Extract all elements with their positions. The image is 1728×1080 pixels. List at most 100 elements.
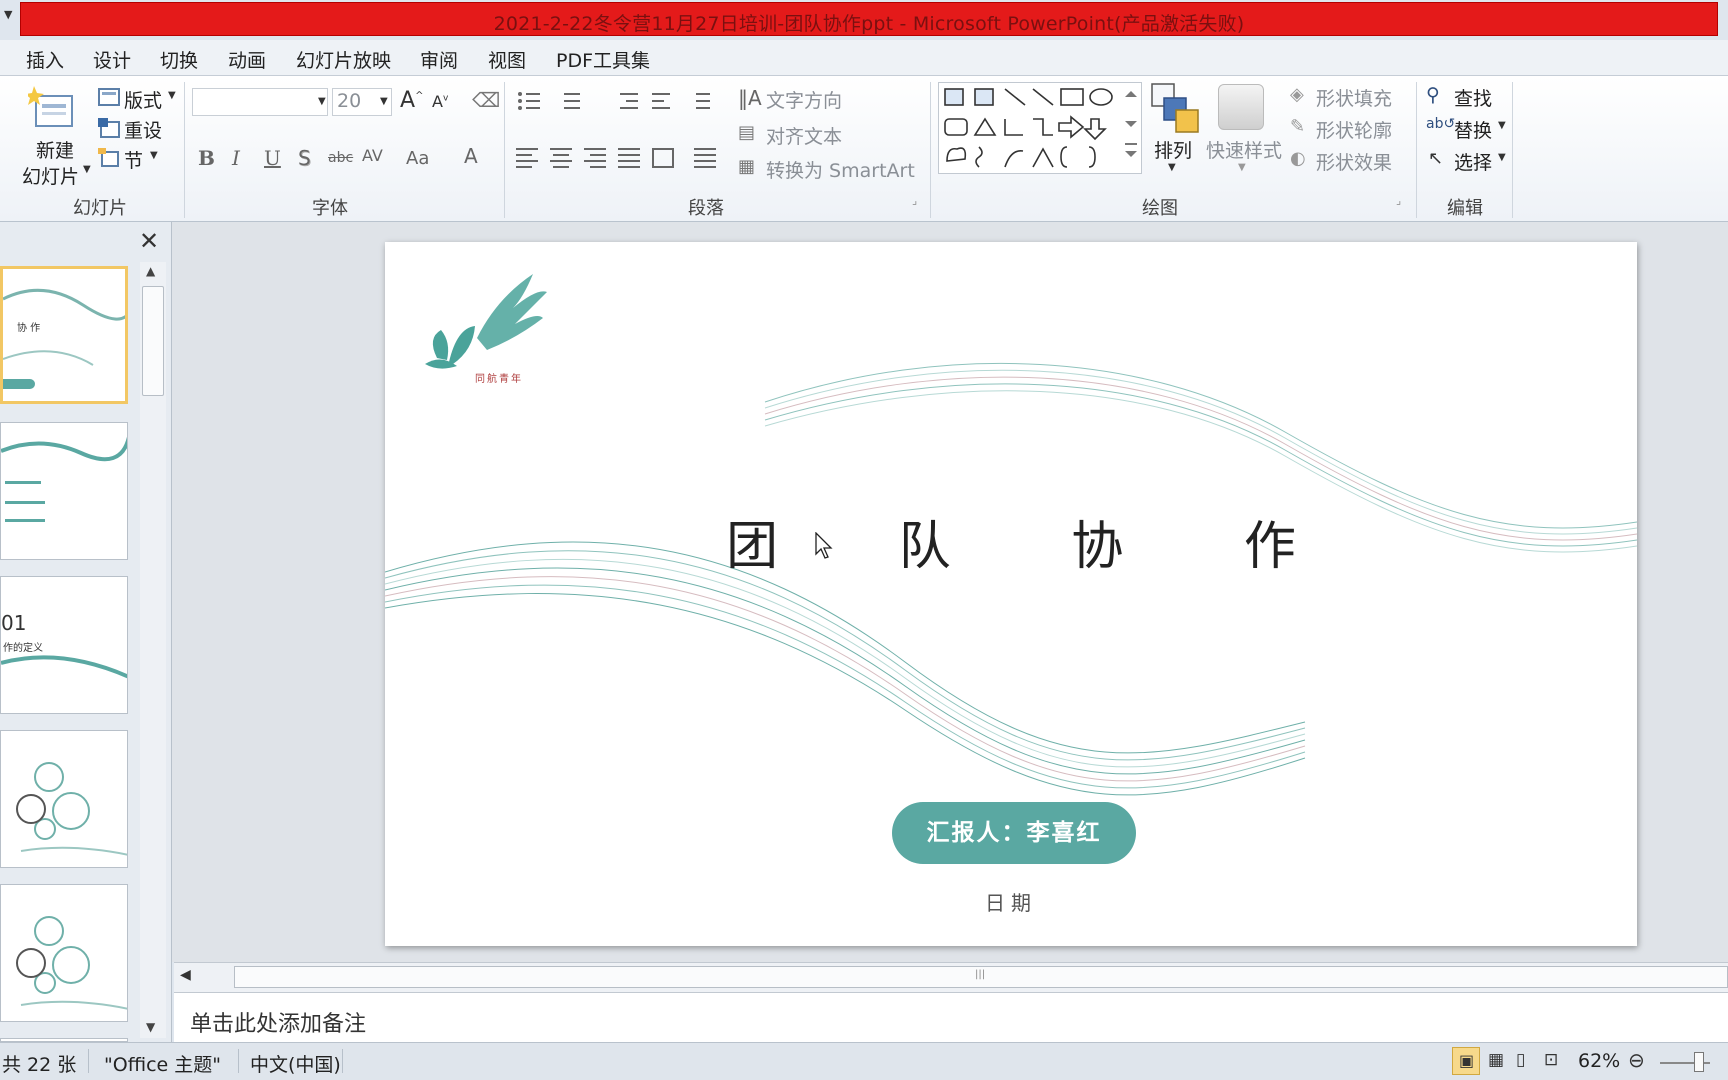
arrange-icon[interactable]	[1150, 82, 1200, 134]
alignment-buttons[interactable]	[516, 146, 726, 168]
status-separator	[238, 1049, 239, 1073]
thumbnail-scroll-thumb[interactable]	[142, 286, 164, 396]
new-slide-icon[interactable]	[28, 84, 78, 134]
convert-smartart-button[interactable]: 转换为 SmartArt	[766, 156, 915, 183]
text-direction-button[interactable]: 文字方向	[766, 86, 842, 113]
notes-pane[interactable]: 单击此处添加备注	[174, 992, 1728, 1042]
replace-dropdown-icon[interactable]: ▼	[1498, 120, 1506, 131]
thumbnail-3-number: 01	[1, 611, 27, 635]
section-dropdown-icon[interactable]: ▼	[150, 150, 158, 161]
section-button[interactable]: 节	[124, 146, 143, 173]
tab-review[interactable]: 审阅	[420, 46, 458, 73]
font-name-combo[interactable]	[192, 88, 328, 116]
layout-button[interactable]: 版式	[124, 86, 162, 113]
tab-view[interactable]: 视图	[488, 46, 526, 73]
reading-view-icon[interactable]: ▯	[1516, 1050, 1525, 1070]
shape-outline-icon[interactable]: ✎	[1290, 116, 1305, 137]
tab-transitions[interactable]: 切换	[160, 46, 198, 73]
align-text-icon[interactable]: ▤	[738, 122, 755, 143]
reset-button[interactable]: 重设	[124, 116, 162, 143]
font-name-dropdown-icon[interactable]: ▼	[318, 96, 326, 107]
thumbnail-scrollbar[interactable]: ▲ ▼	[140, 262, 166, 1038]
slide-thumbnail-4[interactable]	[0, 730, 128, 868]
drawing-dialog-launcher-icon[interactable]: ⌟	[1396, 194, 1401, 207]
normal-view-button[interactable]: ▣	[1452, 1047, 1480, 1075]
grow-font-icon[interactable]: A^	[400, 88, 423, 113]
scroll-up-icon[interactable]: ▲	[146, 264, 155, 278]
slide-thumbnail-3[interactable]: 01 作的定义	[0, 576, 128, 714]
zoom-out-icon[interactable]: ⊖	[1628, 1048, 1645, 1072]
arrange-button[interactable]: 排列	[1154, 136, 1192, 163]
layout-dropdown-icon[interactable]: ▼	[168, 90, 176, 101]
notes-placeholder[interactable]: 单击此处添加备注	[190, 1006, 366, 1038]
group-separator	[504, 82, 505, 218]
select-icon[interactable]: ↖	[1428, 148, 1443, 169]
shape-effects-button[interactable]: 形状效果	[1316, 148, 1392, 175]
character-spacing-icon[interactable]: AV	[362, 146, 383, 165]
bold-icon[interactable]: B	[198, 146, 215, 170]
shrink-font-icon[interactable]: Av	[432, 92, 448, 111]
clear-formatting-icon[interactable]: ⌫	[472, 88, 500, 112]
quick-styles-dropdown-icon[interactable]: ▼	[1238, 162, 1246, 173]
font-size-dropdown-icon[interactable]: ▼	[380, 96, 388, 107]
quick-access-dropdown-icon[interactable]: ▼	[4, 8, 12, 21]
shapes-gallery-icons[interactable]	[939, 83, 1143, 175]
scroll-left-icon[interactable]: ◀	[180, 967, 191, 983]
tab-slideshow[interactable]: 幻灯片放映	[296, 46, 391, 73]
text-direction-icon[interactable]: ‖A	[738, 86, 762, 110]
slide-count: 共 22 张	[2, 1054, 77, 1076]
font-color-icon[interactable]: A	[464, 144, 478, 168]
slide-title[interactable]: 团 队 协 作	[385, 504, 1637, 579]
slide-sorter-icon[interactable]: ▦	[1488, 1050, 1504, 1070]
new-slide-dropdown-icon[interactable]: ▼	[83, 164, 91, 175]
status-bar: 共 22 张 "Office 主题" 中文(中国) ▣ ▦ ▯ ⊡ 62% ⊖	[0, 1042, 1728, 1080]
replace-icon[interactable]: ab↺	[1426, 116, 1455, 132]
shape-outline-button[interactable]: 形状轮廓	[1316, 116, 1392, 143]
slide-thumbnail-1[interactable]: 协 作	[0, 266, 128, 404]
select-button[interactable]: 选择	[1454, 148, 1492, 175]
logo-icon	[425, 274, 547, 369]
new-slide-label[interactable]: 新建	[36, 136, 74, 163]
quick-styles-button[interactable]: 快速样式	[1206, 136, 1282, 163]
group-label-font: 字体	[312, 198, 348, 219]
language-indicator[interactable]: 中文(中国)	[250, 1050, 341, 1077]
paragraph-dialog-launcher-icon[interactable]: ⌟	[912, 194, 917, 207]
select-dropdown-icon[interactable]: ▼	[1498, 152, 1506, 163]
close-panel-icon[interactable]: ✕	[139, 227, 159, 255]
reporter-pill[interactable]: 汇报人：李喜红	[892, 802, 1136, 864]
slide-canvas[interactable]: 同航青年 团 队 协 作 汇报人：李喜红 日期	[385, 242, 1637, 946]
tab-animations[interactable]: 动画	[228, 46, 266, 73]
slideshow-icon[interactable]: ⊡	[1544, 1050, 1558, 1070]
horizontal-scroll-thumb[interactable]: |||	[234, 966, 1728, 988]
tab-design[interactable]: 设计	[93, 46, 131, 73]
replace-button[interactable]: 替换	[1454, 116, 1492, 143]
slide-thumbnail-2[interactable]	[0, 422, 128, 560]
zoom-slider-handle[interactable]	[1694, 1052, 1704, 1072]
arrange-dropdown-icon[interactable]: ▼	[1168, 162, 1176, 173]
slide-date[interactable]: 日期	[385, 887, 1637, 916]
text-shadow-icon[interactable]: S	[298, 146, 311, 170]
scroll-grip-icon: |||	[975, 969, 986, 980]
strikethrough-icon[interactable]: abc	[328, 150, 353, 166]
find-button[interactable]: 查找	[1454, 84, 1492, 111]
italic-icon[interactable]: I	[232, 146, 240, 170]
shape-fill-button[interactable]: 形状填充	[1316, 84, 1392, 111]
shapes-gallery[interactable]	[938, 82, 1142, 174]
change-case-icon[interactable]: Aa	[406, 148, 429, 169]
shape-effects-icon[interactable]: ◐	[1290, 148, 1306, 169]
quick-styles-icon[interactable]	[1218, 84, 1264, 130]
tab-insert[interactable]: 插入	[26, 46, 64, 73]
editor-horizontal-scrollbar[interactable]: ◀ |||	[174, 962, 1728, 992]
new-slide-label-2[interactable]: 幻灯片	[22, 162, 79, 189]
find-icon[interactable]: ⚲	[1426, 84, 1440, 106]
reset-icon	[98, 118, 120, 138]
list-buttons	[518, 92, 710, 110]
underline-icon[interactable]: U	[264, 146, 281, 170]
tab-pdf-tools[interactable]: PDF工具集	[556, 46, 650, 73]
zoom-level[interactable]: 62%	[1578, 1050, 1620, 1072]
smartart-icon[interactable]: ▦	[738, 156, 755, 177]
align-text-button[interactable]: 对齐文本	[766, 122, 842, 149]
shape-fill-icon[interactable]: ◈	[1290, 84, 1304, 105]
slide-thumbnail-5[interactable]	[0, 884, 128, 1022]
scroll-down-icon[interactable]: ▼	[146, 1020, 155, 1034]
